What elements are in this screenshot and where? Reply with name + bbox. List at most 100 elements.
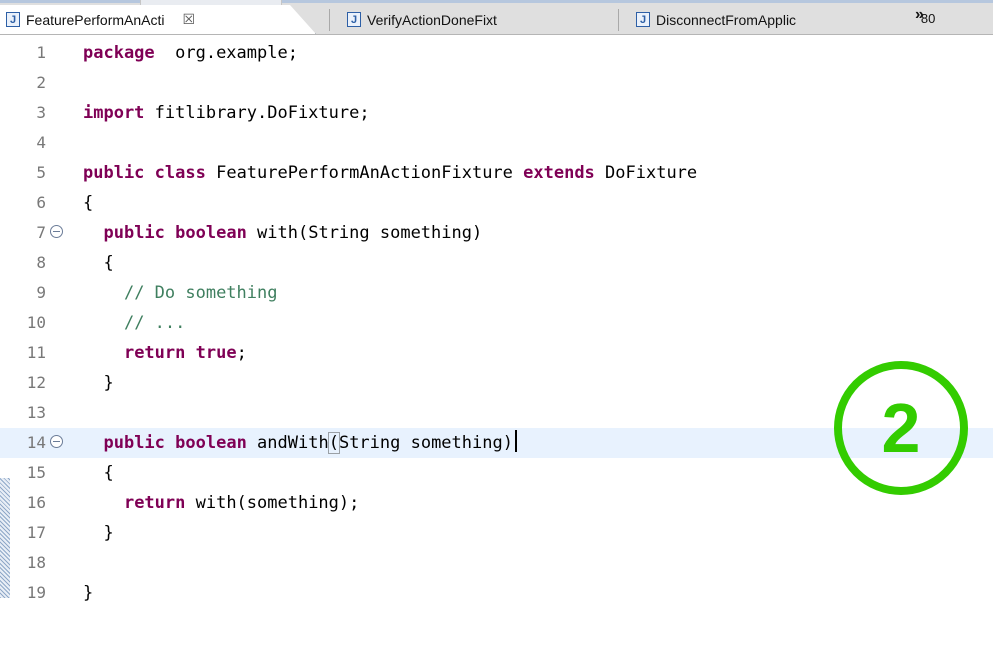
code-line[interactable]: 11 return true; (0, 338, 993, 368)
code-editor[interactable]: 1 package org.example; 2 3 import fitlibrary… (0, 35, 993, 656)
line-number: 15 (26, 463, 46, 482)
keyword-token: return (123, 493, 186, 513)
code-token: DoFixture (594, 163, 698, 183)
code-line[interactable]: 9 // Do something (0, 278, 993, 308)
code-token: String something) (338, 433, 513, 453)
code-line[interactable]: 1 package org.example; (0, 38, 993, 68)
fold-collapse-icon[interactable] (50, 225, 63, 238)
code-line[interactable]: 3 import fitlibrary.DoFixture; (0, 98, 993, 128)
step-number-label: 2 (881, 389, 921, 467)
code-token: andWith (246, 433, 329, 453)
line-number: 9 (36, 283, 46, 302)
line-number: 16 (26, 493, 46, 512)
line-number: 3 (36, 103, 46, 122)
code-text: { (83, 188, 93, 218)
comment-token: // Do something (123, 283, 278, 303)
line-number: 2 (36, 73, 46, 92)
keyword-token: boolean (175, 223, 247, 243)
line-number: 4 (36, 133, 46, 152)
line-number: 12 (26, 373, 46, 392)
code-text: import fitlibrary.DoFixture; (83, 98, 370, 128)
code-text: // Do something (83, 278, 278, 308)
java-file-icon: J (636, 12, 650, 27)
line-number: 11 (26, 343, 46, 362)
java-file-icon: J (6, 12, 20, 27)
keyword-token: package (83, 43, 155, 63)
code-line[interactable]: 17 } (0, 518, 993, 548)
code-token: ; (236, 343, 247, 363)
tab-feature-perform-an-action[interactable]: J FeaturePerformAnActi ☒ (0, 5, 316, 34)
code-text: public boolean with(String something) (83, 218, 482, 248)
code-token: fitlibrary.DoFixture; (144, 103, 370, 123)
code-token: { (83, 463, 114, 483)
keyword-token: true (195, 343, 237, 363)
code-line[interactable]: 4 (0, 128, 993, 158)
code-line[interactable]: 10 // ... (0, 308, 993, 338)
code-line[interactable]: 7 public boolean with(String something) (0, 218, 993, 248)
keyword-token: public (103, 223, 165, 243)
keyword-token: extends (523, 163, 595, 183)
line-number: 1 (36, 43, 46, 62)
step-number-badge: 2 (834, 361, 968, 495)
code-line[interactable]: 8 { (0, 248, 993, 278)
tab-label: DisconnectFromApplic (656, 11, 797, 28)
code-token: with(something); (185, 493, 360, 513)
tab-verify-action-done[interactable]: J VerifyActionDoneFixt (329, 5, 613, 34)
code-line[interactable]: 16 return with(something); (0, 488, 993, 518)
line-number: 17 (26, 523, 46, 542)
tab-label: FeaturePerformAnActi (26, 11, 165, 28)
code-text: public class FeaturePerformAnActionFixtu… (83, 158, 697, 188)
code-line[interactable]: 19} (0, 578, 993, 608)
code-line[interactable]: 2 (0, 68, 993, 98)
code-line[interactable]: 18 (0, 548, 993, 578)
code-line[interactable]: 5 public class FeaturePerformAnActionFixt… (0, 158, 993, 188)
tab-separator (329, 9, 330, 31)
comment-token: // ... (123, 313, 186, 333)
code-text: return true; (83, 338, 247, 368)
code-token: } (83, 523, 114, 543)
tab-overflow-count: 80 (920, 11, 936, 26)
tab-overflow-button[interactable]: »80 (915, 6, 935, 26)
tab-label: VerifyActionDoneFixt (367, 11, 497, 28)
code-token: FeaturePerformAnActionFixture (205, 163, 524, 183)
code-text: public boolean andWith(String something) (83, 428, 517, 458)
editor-tab-bar: J FeaturePerformAnActi ☒ J VerifyActionD… (0, 0, 993, 35)
line-number: 14 (26, 433, 46, 452)
keyword-token: return (123, 343, 186, 363)
line-number: 18 (26, 553, 46, 572)
code-token: { (83, 193, 94, 213)
close-tab-icon[interactable]: ☒ (183, 11, 196, 28)
code-line[interactable]: 6{ (0, 188, 993, 218)
line-number: 8 (36, 253, 46, 272)
fold-collapse-icon[interactable] (50, 435, 63, 448)
tab-disconnect-from-application[interactable]: J DisconnectFromApplic (618, 5, 892, 34)
code-text: { (83, 248, 114, 278)
code-text: } (83, 518, 114, 548)
keyword-token: public (103, 433, 165, 453)
code-token: { (83, 253, 114, 273)
code-text: // ... (83, 308, 185, 338)
code-token: org.example; (154, 43, 298, 63)
matching-bracket-highlight: ( (327, 432, 340, 454)
line-number: 7 (36, 223, 46, 242)
line-number: 19 (26, 583, 46, 602)
code-text: } (83, 368, 114, 398)
code-text: } (83, 578, 93, 608)
line-number: 13 (26, 403, 46, 422)
java-file-icon: J (347, 12, 361, 27)
code-token: } (83, 373, 114, 393)
keyword-token: boolean (175, 433, 247, 453)
code-text: package org.example; (83, 38, 298, 68)
keyword-token: public (83, 163, 145, 183)
line-number: 6 (36, 193, 46, 212)
line-number: 5 (36, 163, 46, 182)
